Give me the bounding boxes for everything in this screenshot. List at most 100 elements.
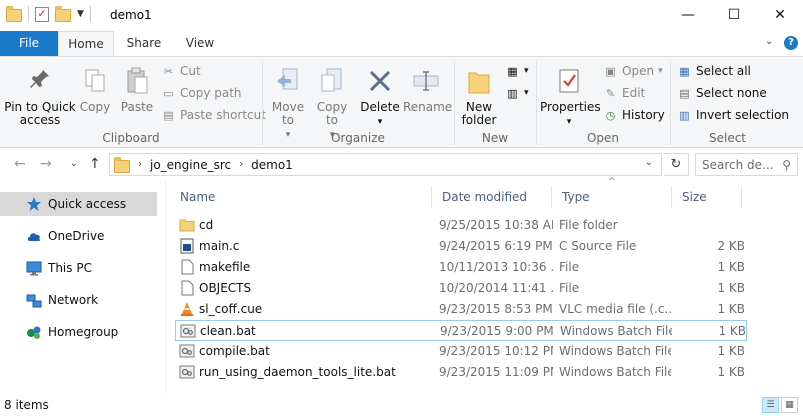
new-folder-label: New folder — [461, 100, 497, 127]
column-header-date[interactable]: Date modified — [432, 186, 552, 208]
delete-button[interactable]: Delete ▾ — [359, 65, 401, 129]
file-row[interactable]: makefile 10/11/2013 10:36 ... File 1 KB — [175, 257, 747, 278]
delete-x-icon — [365, 65, 395, 97]
maximize-button[interactable]: ☐ — [711, 0, 757, 30]
customize-toolbar-chevron-icon[interactable]: ▼ — [77, 9, 84, 19]
cut-button[interactable]: ✂ Cut — [161, 61, 201, 81]
column-header-name[interactable]: Name — [170, 186, 432, 208]
sidebar-item-this-pc[interactable]: This PC — [0, 256, 157, 280]
sidebar-item-quick-access[interactable]: Quick access — [0, 192, 157, 216]
large-icons-view-icon[interactable]: ▦ — [781, 397, 798, 413]
file-row[interactable]: compile.bat 9/23/2015 10:12 PM Windows Bat… — [175, 341, 747, 362]
file-row[interactable]: run_using_daemon_tools_lite.bat 9/23/2015… — [175, 362, 747, 383]
pin-icon — [25, 65, 55, 97]
paste-icon — [122, 65, 152, 97]
history-button[interactable]: ◷ History — [603, 105, 665, 125]
open-chevron-icon: ▾ — [658, 66, 663, 76]
close-button[interactable]: ✕ — [757, 0, 803, 30]
search-box[interactable]: Search de... ⚲ — [695, 153, 798, 176]
homegroup-icon — [26, 324, 42, 340]
column-header-type[interactable]: Type — [552, 186, 672, 208]
easy-access-icon: ▥ — [507, 86, 518, 100]
paste-label: Paste — [120, 100, 154, 114]
file-name[interactable]: cd — [199, 218, 429, 232]
new-item-button[interactable]: ▦ ▾ — [505, 61, 528, 81]
history-clock-icon: ◷ — [605, 108, 616, 122]
file-row[interactable]: cd 9/25/2015 10:38 AM File folder — [175, 215, 747, 236]
select-all-icon: ▦ — [679, 64, 690, 78]
file-name[interactable]: main.c — [199, 239, 429, 253]
edit-button[interactable]: ✎ Edit — [603, 83, 645, 103]
folder-icon — [6, 6, 22, 22]
file-name[interactable]: clean.bat — [200, 324, 430, 338]
toolbar-divider — [28, 6, 29, 22]
back-arrow-icon[interactable]: ← — [14, 156, 26, 172]
details-view-icon[interactable]: ☰ — [762, 397, 779, 413]
sidebar-item-onedrive[interactable]: OneDrive — [0, 224, 157, 248]
tab-file[interactable]: File — [0, 31, 58, 56]
star-icon — [26, 196, 42, 212]
pin-to-quick-access-button[interactable]: Pin to Quick access — [4, 65, 76, 127]
new-group-label: New — [481, 131, 509, 145]
breadcrumb-chevron-icon[interactable]: › — [239, 159, 243, 170]
search-input[interactable]: Search de... — [702, 158, 773, 172]
rename-button[interactable]: Rename — [403, 65, 452, 114]
new-folder-icon[interactable] — [55, 6, 71, 22]
file-name[interactable]: makefile — [199, 260, 429, 274]
file-row[interactable]: sl_coff.cue 9/23/2015 8:53 PM VLC media fi… — [175, 299, 747, 320]
forward-arrow-icon[interactable]: → — [40, 156, 52, 172]
column-header-size[interactable]: Size — [672, 186, 742, 208]
new-folder-icon — [464, 65, 494, 97]
expand-ribbon-chevron-icon[interactable]: ⌄ — [765, 36, 773, 47]
move-to-icon — [273, 65, 303, 97]
delete-chevron-icon: ▾ — [377, 117, 383, 127]
monitor-icon — [26, 260, 42, 276]
open-icon: ▣ — [605, 64, 616, 78]
breadcrumb-demo1[interactable]: demo1 — [251, 158, 293, 172]
file-name[interactable]: run_using_daemon_tools_lite.bat — [199, 365, 429, 379]
select-all-button[interactable]: ▦ Select all — [677, 61, 751, 81]
copy-path-button[interactable]: ▭ Copy path — [161, 83, 241, 103]
file-date-modified: 10/20/2014 11:41 ... — [439, 281, 553, 295]
file-row[interactable]: clean.bat 9/23/2015 9:00 PM Windows Batch … — [175, 320, 747, 341]
paste-shortcut-button[interactable]: ▤ Paste shortcut — [161, 105, 266, 125]
properties-icon[interactable]: ✓ — [35, 6, 49, 22]
tab-home[interactable]: Home — [58, 31, 114, 57]
help-icon[interactable]: ? — [784, 36, 798, 50]
sidebar-item-network[interactable]: Network — [0, 288, 157, 312]
tab-share[interactable]: Share — [118, 31, 170, 56]
file-name[interactable]: OBJECTS — [199, 281, 429, 295]
copy-button[interactable]: Copy — [76, 65, 114, 114]
up-arrow-icon[interactable]: ↑ — [89, 156, 101, 172]
select-none-button[interactable]: ▤ Select none — [677, 83, 766, 103]
invert-selection-button[interactable]: ▥ Invert selection — [677, 105, 789, 125]
breadcrumb-jo-engine-src[interactable]: jo_engine_src — [150, 158, 231, 172]
paste-button[interactable]: Paste — [117, 65, 157, 114]
breadcrumb-chevron-icon[interactable]: › — [138, 159, 142, 170]
file-type: VLC media file (.c... — [559, 302, 671, 316]
file-size: 1 KB — [717, 302, 745, 316]
tab-view[interactable]: View — [175, 31, 225, 56]
address-bar[interactable]: › jo_engine_src › demo1 ⌄ — [109, 153, 662, 176]
recent-locations-chevron-icon[interactable]: ⌄ — [70, 159, 78, 169]
select-group-label: Select — [708, 131, 747, 145]
refresh-button[interactable]: ↻ — [664, 153, 689, 176]
file-row[interactable]: main.c 9/24/2015 6:19 PM C Source File 2 KB — [175, 236, 747, 257]
sidebar-item-homegroup[interactable]: Homegroup — [0, 320, 157, 344]
file-row[interactable]: OBJECTS 10/20/2014 11:41 ... File 1 KB — [175, 278, 747, 299]
open-button[interactable]: ▣ Open ▾ — [603, 61, 663, 81]
file-name[interactable]: compile.bat — [199, 344, 429, 358]
file-size: 1 KB — [717, 260, 745, 274]
minimize-button[interactable]: — — [665, 0, 711, 30]
file-type: File folder — [559, 218, 618, 232]
paste-shortcut-label: Paste shortcut — [180, 108, 266, 122]
file-type: Windows Batch File — [560, 324, 672, 338]
file-name[interactable]: sl_coff.cue — [199, 302, 429, 316]
copy-to-label: Copy to — [316, 100, 348, 127]
easy-access-button[interactable]: ▥ ▾ — [505, 83, 528, 103]
address-history-chevron-icon[interactable]: ⌄ — [645, 157, 653, 168]
invert-selection-label: Invert selection — [696, 108, 790, 122]
ribbon-home: Pin to Quick access Copy Paste ✂ Cut ▭ C… — [0, 56, 803, 148]
properties-button[interactable]: Properties ▾ — [540, 65, 601, 129]
new-folder-button[interactable]: New folder — [459, 65, 499, 127]
